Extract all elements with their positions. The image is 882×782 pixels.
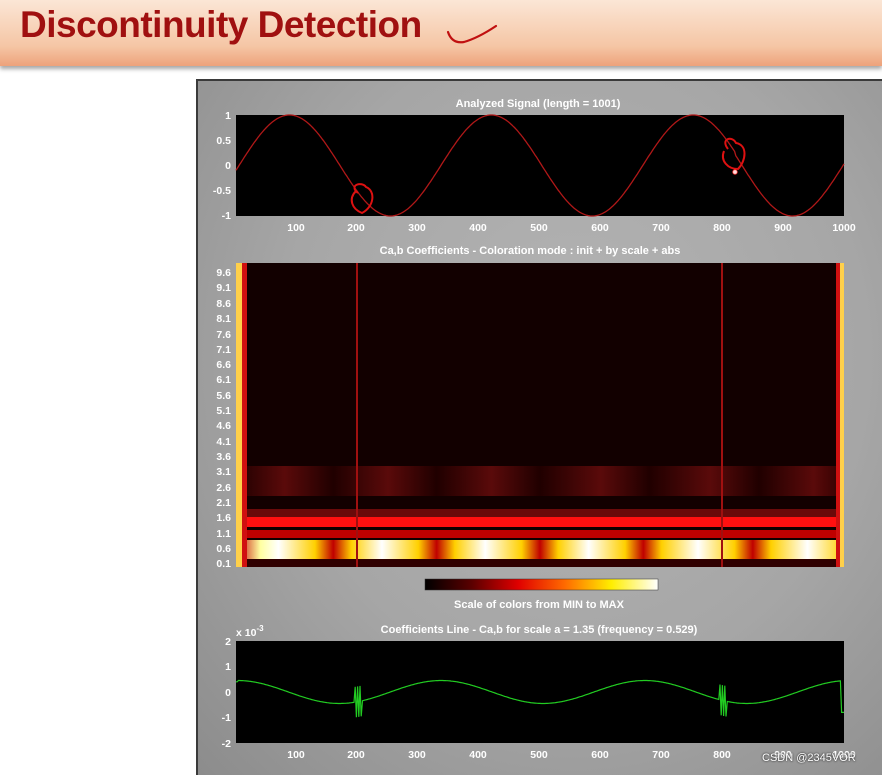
coef-y-tick: 0.6 [216, 543, 231, 555]
signal-x-tick: 500 [530, 222, 548, 234]
signal-x-tick: 900 [774, 222, 792, 234]
y-exponent-label: x 10-3 [236, 624, 264, 639]
coef-y-tick: 5.1 [216, 405, 231, 417]
coef-line-plot-title: Coefficients Line - Ca,b for scale a = 1… [381, 624, 698, 636]
color-scale-bar [424, 578, 659, 591]
heat-band-0-1 [236, 559, 844, 567]
coef-y-tick: 4.1 [216, 436, 231, 448]
coef-plot-title: Ca,b Coefficients - Coloration mode : in… [380, 245, 681, 257]
line-y-tick: -1 [222, 712, 231, 724]
line-x-tick: 100 [287, 749, 305, 761]
signal-plot-title: Analyzed Signal (length = 1001) [456, 98, 621, 110]
signal-x-tick: 100 [287, 222, 305, 234]
discontinuity-marker [732, 169, 738, 175]
coef-line-plot-axes [236, 641, 844, 743]
coef-y-tick: 2.6 [216, 482, 231, 494]
coef-y-tick: 5.6 [216, 390, 231, 402]
left-edge-stripe-red [242, 263, 247, 567]
signal-x-ticks: 100 200 300 400 500 600 700 800 900 1000 [287, 222, 856, 234]
coef-y-tick: 3.1 [216, 466, 231, 478]
coef-y-tick: 1.1 [216, 528, 231, 540]
y-exponent-base: x 10 [236, 627, 257, 639]
signal-y-tick: 0.5 [216, 135, 231, 147]
heat-band-1-6 [236, 517, 844, 527]
left-edge-stripe [236, 263, 242, 567]
signal-x-tick: 400 [469, 222, 487, 234]
line-y-tick: 1 [225, 661, 231, 673]
line-x-tick: 800 [713, 749, 731, 761]
heat-band-3 [236, 466, 844, 496]
coef-y-tick: 3.6 [216, 451, 231, 463]
line-x-tick: 300 [408, 749, 426, 761]
coef-y-tick: 7.6 [216, 329, 231, 341]
coef-y-tick: 8.6 [216, 298, 231, 310]
coef-y-tick: 7.1 [216, 344, 231, 356]
signal-y-tick: -1 [222, 210, 231, 222]
coef-y-tick: 4.6 [216, 420, 231, 432]
line-x-tick: 600 [591, 749, 609, 761]
coef-y-tick: 2.1 [216, 497, 231, 509]
coef-y-ticks: 9.6 9.1 8.6 8.1 7.6 7.1 6.6 6.1 5.6 5.1 … [216, 267, 231, 570]
heat-band-1-2 [236, 530, 844, 538]
signal-y-ticks: 1 0.5 0 -0.5 -1 [213, 110, 231, 222]
signal-y-tick: -0.5 [213, 185, 231, 197]
coef-y-tick: 1.6 [216, 512, 231, 524]
coef-y-tick: 0.1 [216, 558, 231, 570]
heat-band-0-6 [236, 540, 844, 559]
line-x-tick: 700 [652, 749, 670, 761]
line-x-tick: 200 [347, 749, 365, 761]
line-y-tick: 2 [225, 636, 231, 648]
watermark: CSDN @2345VOR [762, 752, 856, 764]
wavelet-figure: Analyzed Signal (length = 1001) 1 0.5 0 … [213, 98, 856, 761]
signal-x-tick: 800 [713, 222, 731, 234]
line-x-tick: 500 [530, 749, 548, 761]
line-y-ticks: 2 1 0 -1 -2 [222, 636, 232, 750]
signal-y-tick: 1 [225, 110, 231, 122]
signal-x-tick: 300 [408, 222, 426, 234]
right-edge-stripe-red [836, 263, 840, 567]
title-underline-scribble [446, 24, 498, 44]
signal-x-tick: 200 [347, 222, 365, 234]
signal-y-tick: 0 [225, 160, 231, 172]
coef-y-tick: 9.1 [216, 282, 231, 294]
line-y-tick: -2 [222, 738, 231, 750]
slide-header: Discontinuity Detection [0, 0, 882, 66]
signal-x-tick: 700 [652, 222, 670, 234]
coef-y-tick: 6.6 [216, 359, 231, 371]
line-y-tick: 0 [225, 687, 231, 699]
signal-x-tick: 1000 [832, 222, 856, 234]
coef-y-tick: 9.6 [216, 267, 231, 279]
coef-y-tick: 6.1 [216, 374, 231, 386]
coefficients-heatmap [236, 263, 844, 567]
y-exponent-power: -3 [256, 624, 264, 633]
right-edge-stripe [840, 263, 844, 567]
matlab-figure-window: Analyzed Signal (length = 1001) 1 0.5 0 … [196, 79, 882, 775]
color-scale-label: Scale of colors from MIN to MAX [454, 599, 625, 611]
signal-plot-axes [236, 115, 844, 216]
coef-y-tick: 8.1 [216, 313, 231, 325]
slide-title: Discontinuity Detection [20, 4, 422, 45]
line-x-tick: 400 [469, 749, 487, 761]
signal-x-tick: 600 [591, 222, 609, 234]
